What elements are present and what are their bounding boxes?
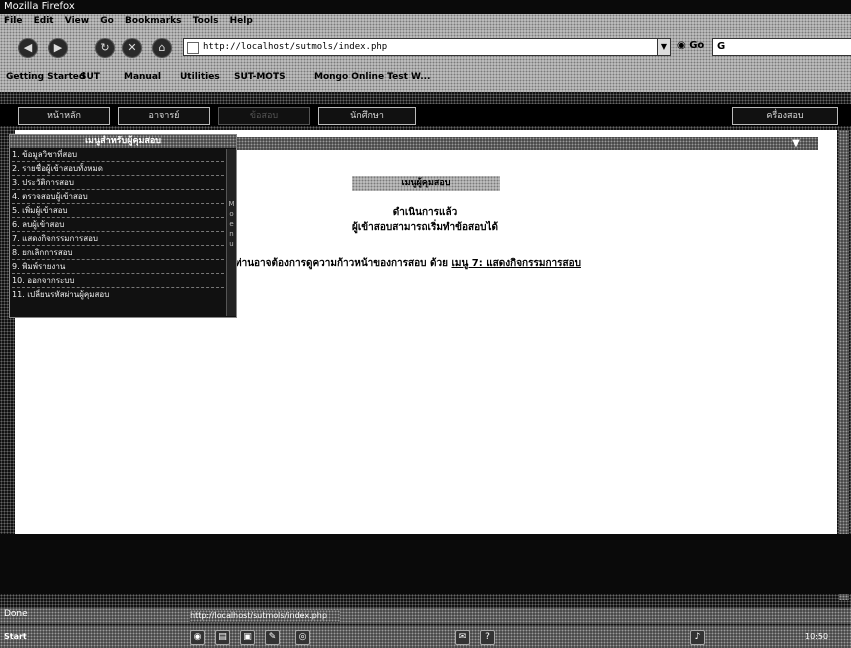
page-title-badge: เมนูผู้คุมสอบ [352,176,500,191]
url-text: http://localhost/sutmols/index.php [203,42,388,52]
menu-item-2[interactable]: 2. รายชื่อผู้เข้าสอบทั้งหมด [12,163,224,176]
bookmark-manual[interactable]: Manual [124,72,161,82]
mail-icon[interactable]: ✉ [455,630,470,645]
menu-view[interactable]: View [65,14,89,28]
bookmarks-toolbar: Getting Started SUT Manual Utilities SUT… [0,64,851,92]
window-titlebar: Mozilla Firefox [0,0,851,14]
navigation-toolbar: ◀ ▶ ↻ ✕ ⌂ http://localhost/sutmols/index… [0,28,851,64]
menu-item-5[interactable]: 5. เพิ่มผู้เข้าสอบ [12,205,224,218]
url-field[interactable]: http://localhost/sutmols/index.php [183,38,659,56]
menu-go[interactable]: Go [100,14,114,28]
url-dropdown-button[interactable]: ▼ [657,38,671,56]
reload-icon[interactable]: ↻ [95,38,115,58]
menu-item-10[interactable]: 10. ออกจากระบบ [12,275,224,288]
search-engine-icon: G [717,41,726,52]
menu-item-4[interactable]: 4. ตรวจสอบผู้เข้าสอบ [12,191,224,204]
firefox-icon[interactable]: ◉ [190,630,205,645]
status-line-2: ผู้เข้าสอบสามารถเริ่มทำข้อสอบได้ [352,222,498,233]
stop-icon[interactable]: ✕ [122,38,142,58]
back-arrow-icon[interactable]: ◀ [18,38,38,58]
menu-item-1[interactable]: 1. ข้อมูลวิชาที่สอบ [12,149,224,162]
menu-side-char: n [229,230,234,238]
network-icon[interactable]: ◎ [295,630,310,645]
editor-icon[interactable]: ✎ [265,630,280,645]
start-button[interactable]: Start [4,630,27,644]
menu-tools[interactable]: Tools [193,14,219,28]
vertical-scrollbar[interactable] [839,130,849,600]
menu-bar: File Edit View Go Bookmarks Tools Help [0,14,851,28]
hint-link[interactable]: เมนู 7: แสดงกิจกรรมการสอบ [451,258,581,269]
proctor-menu-panel: เมนูสำหรับผู้คุมสอบ 1. ข้อมูลวิชาที่สอบ … [9,134,237,318]
volume-icon[interactable]: ♪ [690,630,705,645]
bookmark-getting-started[interactable]: Getting Started [6,72,85,82]
status-label: Done [4,609,28,619]
menu-item-9[interactable]: 9. พิมพ์รายงาน [12,261,224,274]
go-button[interactable]: ◉ Go [677,40,704,51]
app-tab-bar: หน้าหลัก อาจารย์ ข้อสอบ นักศึกษา ครื่องส… [0,104,851,126]
forward-arrow-icon[interactable]: ▶ [48,38,68,58]
search-input[interactable]: G [712,38,851,56]
menu-item-11[interactable]: 11. เปลี่ยนรหัสผ่านผู้คุมสอบ [12,289,224,301]
taskbar: Start ◉ ▤ ▣ ✎ ◎ ✉ ? ♪ 10:50 [0,626,851,648]
menu-edit[interactable]: Edit [34,14,54,28]
page-icon [187,42,199,54]
menu-item-3[interactable]: 3. ประวัติการสอบ [12,177,224,190]
status-line-1: ดำเนินการแล้ว [392,207,458,218]
home-icon[interactable]: ⌂ [152,38,172,58]
tab-student[interactable]: นักศึกษา [318,107,416,125]
bookmark-sut[interactable]: SUT [80,72,100,82]
close-icon[interactable]: ▼ [790,138,802,149]
menu-side-char: u [229,240,234,248]
menu-side-char: e [229,220,234,228]
menu-item-8[interactable]: 8. ยกเลิกการสอบ [12,247,224,260]
tab-exam-station[interactable]: ครื่องสอบ [732,107,838,125]
menu-file[interactable]: File [4,14,22,28]
menu-help[interactable]: Help [230,14,253,28]
bookmark-utilities[interactable]: Utilities [180,72,220,82]
tab-exam[interactable]: ข้อสอบ [218,107,310,125]
empty-band [0,534,851,594]
menu-bookmarks[interactable]: Bookmarks [125,14,181,28]
content-header-strip [220,137,818,150]
tab-instructor[interactable]: อาจารย์ [118,107,210,125]
menu-item-7[interactable]: 7. แสดงกิจกรรมการสอบ [12,233,224,246]
bookmark-sut-mots[interactable]: SUT-MOTS [234,72,286,82]
folder-icon[interactable]: ▤ [215,630,230,645]
window-title: Mozilla Firefox [4,1,75,12]
menu-side-char: M [228,200,235,208]
clock: 10:50 [805,632,829,641]
menu-item-6[interactable]: 6. ลบผู้เข้าสอบ [12,219,224,232]
status-bar: Done http://localhost/sutmols/index.php [0,608,851,624]
hint-text: ท่านอาจต้องการดูความก้าวหน้าของการสอบ ด้… [235,258,448,269]
menu-side-tab[interactable]: M o e n u [226,149,236,316]
tab-home[interactable]: หน้าหลัก [18,107,110,125]
terminal-icon[interactable]: ▣ [240,630,255,645]
go-label: Go [689,40,705,51]
help-icon[interactable]: ? [480,630,495,645]
menu-side-char: o [229,210,234,218]
hint-line: ท่านอาจต้องการดูความก้าวหน้าของการสอบ ด้… [235,256,581,271]
bookmark-mongo-online[interactable]: Mongo Online Test W... [314,72,430,82]
status-message: http://localhost/sutmols/index.php [190,610,340,622]
menu-header: เมนูสำหรับผู้คุมสอบ [10,135,236,148]
